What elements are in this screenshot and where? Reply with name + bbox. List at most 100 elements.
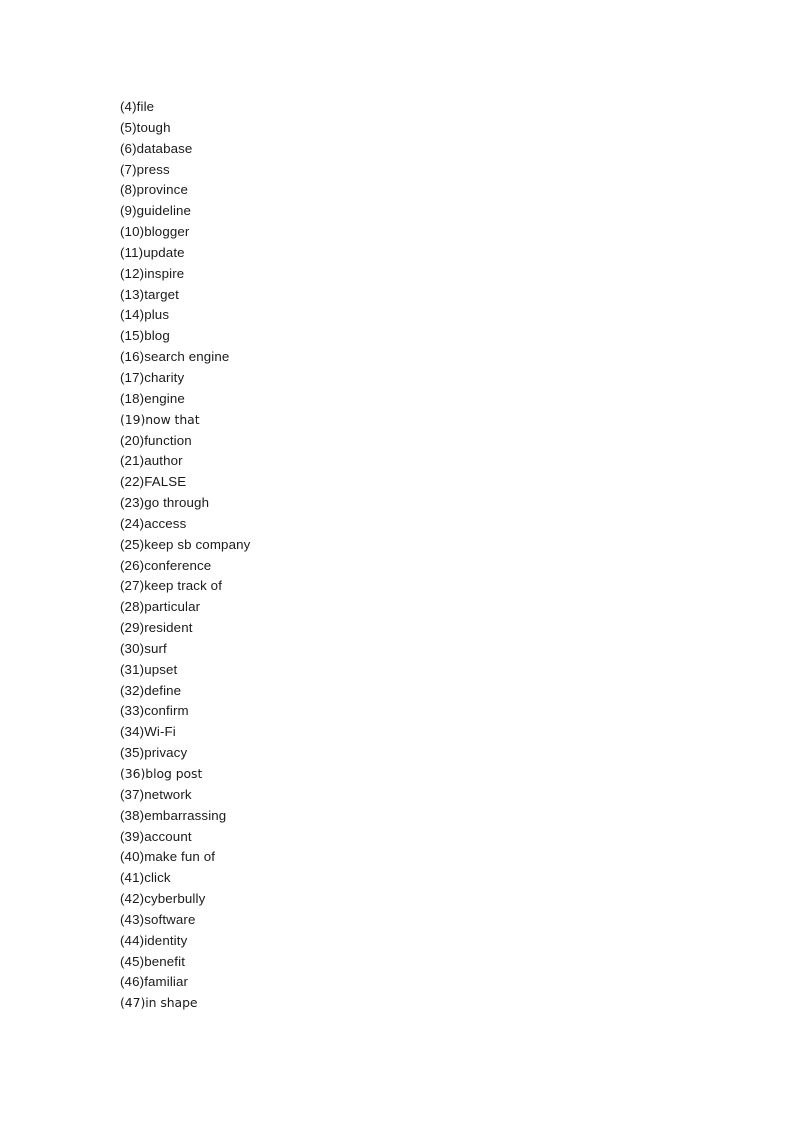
word-list-item-term: blog: [144, 328, 170, 344]
word-list-item-term: upset: [144, 661, 178, 677]
word-list-item-term: province: [136, 182, 188, 198]
word-list-item-term: FALSE: [144, 474, 187, 490]
word-list-item-term: plus: [144, 307, 170, 323]
word-list-item-number: (21): [120, 453, 145, 469]
word-list-item-term: benefit: [144, 953, 186, 969]
word-list-item-number: (39): [120, 828, 145, 844]
word-list-item: (46)familiar: [120, 972, 680, 993]
word-list-item-term: in shape: [145, 995, 198, 1011]
word-list-item-term: now that: [145, 411, 200, 427]
word-list-item: (39)account: [120, 827, 680, 848]
word-list-item: (37)network: [120, 785, 680, 806]
word-list-item-number: (10): [120, 224, 145, 240]
word-list-item-term: keep track of: [144, 578, 223, 594]
word-list-item: (29)resident: [120, 618, 680, 639]
word-list-item-number: (44): [120, 932, 145, 948]
word-list-item: (41)click: [120, 868, 680, 889]
word-list-item-number: (27): [120, 578, 145, 594]
word-list-item-number: (26): [120, 557, 145, 573]
word-list-item-number: (9): [120, 203, 137, 219]
word-list-item-term: particular: [144, 599, 201, 615]
word-list-item-number: (11): [120, 244, 144, 260]
word-list-item: (38)embarrassing: [120, 806, 680, 827]
word-list-item: (20)function: [120, 431, 680, 452]
word-list-item: (32)define: [120, 681, 680, 702]
word-list-item-number: (37): [120, 786, 145, 802]
vocabulary-word-list: (4)file (5)tough (6)database (7)press (8)pro…: [120, 97, 680, 1014]
word-list-item-number: (29): [120, 620, 145, 636]
word-list-item-number: (42): [120, 891, 145, 907]
word-list-item: (22)FALSE: [120, 472, 680, 493]
word-list-item-number: (16): [120, 349, 145, 365]
word-list-item-term: click: [144, 870, 171, 886]
word-list-item-term: privacy: [144, 745, 188, 761]
word-list-item: (9)guideline: [120, 201, 680, 222]
word-list-item: (6)database: [120, 139, 680, 160]
word-list-item-number: (47): [120, 995, 146, 1011]
word-list-item: (47)in shape: [120, 993, 680, 1014]
word-list-item: (19)now that: [120, 410, 680, 431]
word-list-item-term: make fun of: [144, 849, 216, 865]
word-list-item-term: database: [136, 140, 193, 156]
word-list-item: (24)access: [120, 514, 680, 535]
word-list-item: (31)upset: [120, 660, 680, 681]
word-list-item-number: (46): [120, 974, 145, 990]
word-list-item: (33)confirm: [120, 701, 680, 722]
word-list-item-term: press: [136, 161, 170, 177]
document-page: (4)file (5)tough (6)database (7)press (8)pro…: [0, 0, 794, 1123]
word-list-item-number: (41): [120, 870, 145, 886]
word-list-item-term: author: [144, 453, 183, 469]
word-list-item: (17)charity: [120, 368, 680, 389]
word-list-item-number: (17): [120, 369, 145, 385]
word-list-item-number: (40): [120, 849, 145, 865]
word-list-item: (27)keep track of: [120, 576, 680, 597]
word-list-item-number: (24): [120, 515, 145, 531]
word-list-item: (14)plus: [120, 305, 680, 326]
word-list-item-term: tough: [136, 119, 171, 135]
word-list-item-term: update: [143, 244, 185, 260]
word-list-item: (13)target: [120, 285, 680, 306]
word-list-item: (12)inspire: [120, 264, 680, 285]
word-list-item-term: keep sb company: [144, 536, 251, 552]
word-list-item: (7)press: [120, 160, 680, 181]
word-list-item: (25)keep sb company: [120, 535, 680, 556]
word-list-item-term: cyberbully: [144, 891, 206, 907]
word-list-item-number: (7): [120, 161, 137, 177]
word-list-item-number: (33): [120, 703, 145, 719]
word-list-item: (36)blog post: [120, 764, 680, 785]
word-list-item-number: (20): [120, 432, 145, 448]
word-list-item: (45)benefit: [120, 952, 680, 973]
word-list-item-number: (12): [120, 265, 145, 281]
word-list-item-term: Wi-Fi: [144, 724, 176, 740]
word-list-item-number: (30): [120, 640, 145, 656]
word-list-item-term: go through: [144, 495, 210, 511]
word-list-item-number: (4): [120, 99, 137, 114]
word-list-item: (4)file: [120, 97, 680, 118]
word-list-item-term: conference: [144, 557, 212, 573]
word-list-item-number: (31): [120, 661, 145, 677]
word-list-item-number: (32): [120, 682, 145, 698]
word-list-item-number: (6): [120, 140, 137, 156]
word-list-item-term: network: [144, 786, 192, 802]
word-list-item-number: (8): [120, 182, 137, 198]
word-list-item: (16)search engine: [120, 347, 680, 368]
word-list-item-term: define: [144, 682, 182, 698]
word-list-item: (10)blogger: [120, 222, 680, 243]
word-list-item-term: search engine: [144, 349, 230, 365]
word-list-item: (18)engine: [120, 389, 680, 410]
word-list-item-term: confirm: [144, 703, 189, 719]
word-list-item-term: inspire: [144, 265, 185, 281]
word-list-item: (15)blog: [120, 326, 680, 347]
word-list-item-number: (43): [120, 911, 145, 927]
word-list-item-term: file: [136, 99, 155, 114]
word-list-item-number: (28): [120, 599, 145, 615]
word-list-item-term: identity: [144, 932, 188, 948]
word-list-item: (30)surf: [120, 639, 680, 660]
word-list-item-number: (22): [120, 474, 145, 490]
word-list-item-term: function: [144, 432, 192, 448]
word-list-item-term: charity: [144, 369, 185, 385]
word-list-item: (8)province: [120, 180, 680, 201]
word-list-item-number: (45): [120, 953, 145, 969]
word-list-item: (40)make fun of: [120, 847, 680, 868]
word-list-item-number: (38): [120, 807, 145, 823]
